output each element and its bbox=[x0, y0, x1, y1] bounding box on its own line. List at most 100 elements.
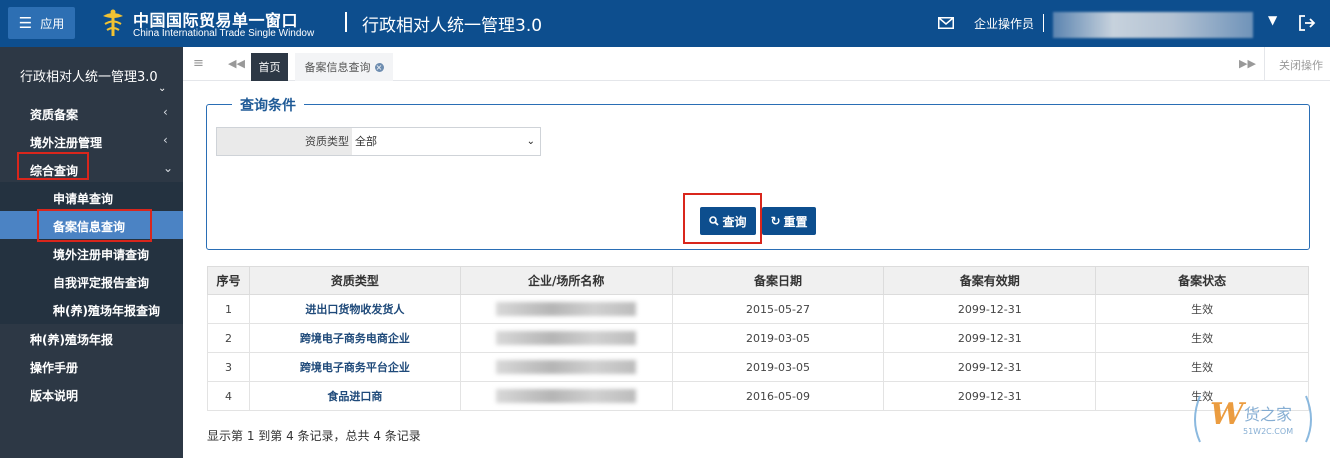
sidebar-subitem-filing-info-query[interactable]: 备案信息查询 bbox=[0, 211, 183, 239]
qualification-type-label: 资质类型 bbox=[217, 128, 352, 155]
chevron-down-icon: ⌄ bbox=[526, 136, 535, 147]
sidebar-item-label: 境外注册管理 bbox=[30, 136, 103, 150]
status-cell: 生效 bbox=[1095, 294, 1309, 324]
redacted-company-name bbox=[496, 331, 637, 345]
table-row[interactable]: 1 进出口货物收发货人 2015-05-27 2099-12-31 生效 bbox=[207, 294, 1309, 324]
brand-name-en: China International Trade Single Window bbox=[133, 28, 315, 39]
qualification-type-cell[interactable]: 食品进口商 bbox=[248, 381, 461, 411]
sidebar-item-release-notes[interactable]: 版本说明 bbox=[0, 380, 183, 408]
qualification-type-field: 资质类型 全部 ⌄ bbox=[216, 127, 541, 156]
chevron-down-icon: ⌄ bbox=[163, 161, 174, 175]
search-button[interactable]: 查询 bbox=[700, 207, 756, 235]
system-title: 行政相对人统一管理3.0 bbox=[362, 16, 543, 36]
tab-bar: ≡ ◀◀ 首页 备案信息查询 × ▶▶ 关闭操作 bbox=[183, 47, 1330, 81]
sidebar-item-label: 操作手册 bbox=[30, 361, 79, 375]
validity-cell: 2099-12-31 bbox=[883, 381, 1097, 411]
sidebar-item-label: 版本说明 bbox=[30, 389, 79, 403]
tab-scroll-right-icon[interactable]: ▶▶ bbox=[1239, 57, 1256, 70]
column-header-qualification-type[interactable]: 资质类型 bbox=[248, 266, 461, 295]
redacted-company-name bbox=[496, 302, 637, 316]
watermark-logo: W 货之家 51W2C.COM bbox=[1194, 395, 1312, 443]
column-header-company-name[interactable]: 企业/场所名称 bbox=[459, 266, 673, 295]
tab-scroll-left-icon[interactable]: ◀◀ bbox=[228, 57, 245, 70]
table-row[interactable]: 2 跨境电子商务电商企业 2019-03-05 2099-12-31 生效 bbox=[207, 323, 1309, 353]
filing-date-cell: 2019-03-05 bbox=[671, 323, 885, 353]
watermark-text-cn: 货之家 bbox=[1244, 405, 1292, 424]
query-conditions-legend: 查询条件 bbox=[232, 95, 304, 115]
sidebar-subitem-application-query[interactable]: 申请单查询 bbox=[0, 183, 183, 211]
filing-date-cell: 2016-05-09 bbox=[671, 381, 885, 411]
sidebar-subitem-self-assessment-query[interactable]: 自我评定报告查询 bbox=[0, 267, 183, 295]
qualification-type-cell[interactable]: 进出口货物收发货人 bbox=[248, 294, 461, 324]
sidebar: 行政相对人统一管理3.0 ⌄ 资质备案 ‹ 境外注册管理 ‹ 综合查询 ⌄ 申请… bbox=[0, 47, 183, 458]
chevron-left-icon: ‹ bbox=[163, 133, 168, 147]
sidebar-item-farm-annual-report[interactable]: 种(养)殖场年报 bbox=[0, 324, 183, 352]
menu-toggle-icon[interactable]: ≡ bbox=[193, 56, 204, 71]
top-header: ☰ 应用 中国国际贸易单一窗口 China International Trad… bbox=[0, 0, 1330, 47]
sidebar-item-label: 种(养)殖场年报 bbox=[30, 333, 113, 347]
column-header-status[interactable]: 备案状态 bbox=[1095, 266, 1309, 295]
mail-icon[interactable] bbox=[938, 17, 954, 29]
tab-label: 备案信息查询 bbox=[304, 61, 371, 74]
filing-date-cell: 2015-05-27 bbox=[671, 294, 885, 324]
column-header-validity[interactable]: 备案有效期 bbox=[883, 266, 1097, 295]
chevron-down-icon[interactable]: ⌄ bbox=[158, 83, 166, 94]
status-cell: 生效 bbox=[1095, 352, 1309, 382]
sidebar-item-qualification-filing[interactable]: 资质备案 ‹ bbox=[0, 99, 183, 127]
svg-text:W: W bbox=[1210, 397, 1247, 432]
query-conditions-panel bbox=[206, 104, 1310, 250]
sidebar-subitem-farm-annual-report-query[interactable]: 种(养)殖场年报查询 bbox=[0, 295, 183, 323]
user-dropdown-caret-icon[interactable]: ▼ bbox=[1268, 13, 1277, 27]
table-header-row: 序号 资质类型 企业/场所名称 备案日期 备案有效期 备案状态 bbox=[207, 266, 1309, 295]
user-divider bbox=[1043, 14, 1044, 32]
app-menu-button[interactable]: ☰ 应用 bbox=[8, 7, 75, 39]
company-name-cell bbox=[459, 294, 673, 324]
row-number: 4 bbox=[207, 381, 250, 411]
validity-cell: 2099-12-31 bbox=[883, 294, 1097, 324]
filing-date-cell: 2019-03-05 bbox=[671, 352, 885, 382]
sidebar-item-label: 综合查询 bbox=[30, 164, 79, 178]
qualification-type-select[interactable]: 全部 ⌄ bbox=[352, 128, 540, 155]
table-row[interactable]: 3 跨境电子商务平台企业 2019-03-05 2099-12-31 生效 bbox=[207, 352, 1309, 382]
column-header-no[interactable]: 序号 bbox=[207, 266, 250, 295]
qualification-type-cell[interactable]: 跨境电子商务电商企业 bbox=[248, 323, 461, 353]
sidebar-subitem-overseas-application-query[interactable]: 境外注册申请查询 bbox=[0, 239, 183, 267]
sidebar-title: 行政相对人统一管理3.0 bbox=[20, 70, 158, 85]
customs-emblem-icon bbox=[103, 9, 123, 36]
hamburger-icon: ☰ bbox=[18, 13, 33, 32]
logout-icon[interactable] bbox=[1298, 14, 1316, 32]
sidebar-item-overseas-registration[interactable]: 境外注册管理 ‹ bbox=[0, 127, 183, 155]
redacted-company-name bbox=[496, 389, 637, 403]
header-divider bbox=[345, 12, 347, 32]
app-button-label: 应用 bbox=[40, 16, 65, 31]
results-table: 序号 资质类型 企业/场所名称 备案日期 备案有效期 备案状态 1 进出口货物收… bbox=[207, 266, 1309, 411]
search-icon bbox=[709, 216, 720, 226]
column-header-filing-date[interactable]: 备案日期 bbox=[671, 266, 885, 295]
refresh-icon: ↻ bbox=[770, 214, 781, 228]
user-name-redacted bbox=[1053, 12, 1253, 38]
row-number: 3 bbox=[207, 352, 250, 382]
qualification-type-value: 全部 bbox=[355, 135, 377, 148]
company-name-cell bbox=[459, 381, 673, 411]
sidebar-item-comprehensive-query[interactable]: 综合查询 ⌄ bbox=[0, 155, 183, 183]
close-tab-icon[interactable]: × bbox=[374, 62, 384, 72]
sidebar-item-manual[interactable]: 操作手册 bbox=[0, 352, 183, 380]
table-row[interactable]: 4 食品进口商 2016-05-09 2099-12-31 生效 bbox=[207, 381, 1309, 411]
reset-button[interactable]: ↻ 重置 bbox=[762, 207, 816, 235]
tab-home[interactable]: 首页 bbox=[251, 53, 288, 81]
validity-cell: 2099-12-31 bbox=[883, 352, 1097, 382]
user-role: 企业操作员 bbox=[974, 17, 1035, 31]
search-button-label: 查询 bbox=[722, 214, 747, 229]
status-cell: 生效 bbox=[1095, 323, 1309, 353]
validity-cell: 2099-12-31 bbox=[883, 323, 1097, 353]
pagination-info: 显示第 1 到第 4 条记录，总共 4 条记录 bbox=[207, 429, 421, 443]
qualification-type-cell[interactable]: 跨境电子商务平台企业 bbox=[248, 352, 461, 382]
chevron-left-icon: ‹ bbox=[163, 105, 168, 119]
sidebar-subitem-label: 备案信息查询 bbox=[53, 220, 126, 234]
row-number: 2 bbox=[207, 323, 250, 353]
sidebar-subitem-label: 申请单查询 bbox=[53, 192, 114, 206]
company-name-cell bbox=[459, 323, 673, 353]
tab-filing-info-query[interactable]: 备案信息查询 × bbox=[295, 53, 393, 81]
watermark-text-en: 51W2C.COM bbox=[1243, 427, 1293, 436]
close-operations-button[interactable]: 关闭操作 bbox=[1279, 57, 1323, 73]
